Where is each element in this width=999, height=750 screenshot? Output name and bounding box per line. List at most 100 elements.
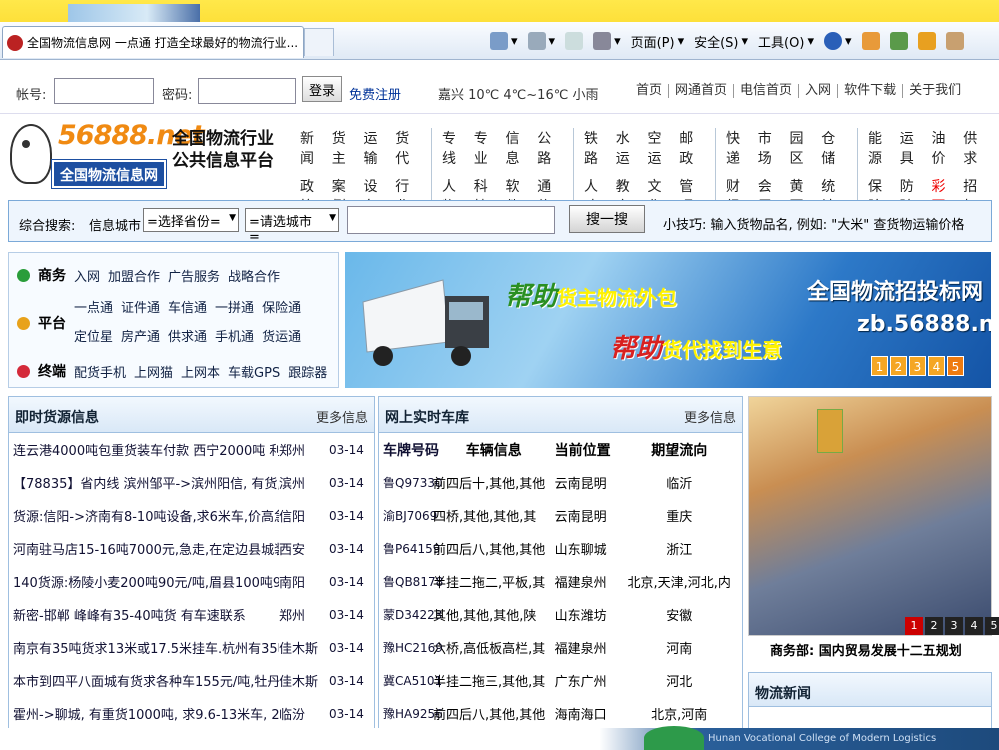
top-link-cnc[interactable]: 网通首页 xyxy=(669,84,735,98)
nav-link[interactable]: 空运 xyxy=(648,128,674,168)
nav-link[interactable]: 铁路 xyxy=(584,128,610,168)
top-link-download[interactable]: 软件下载 xyxy=(838,84,904,98)
tools-menu[interactable]: 工具(O) ▾ xyxy=(758,32,814,51)
platform-link[interactable]: 供求通 xyxy=(168,326,207,345)
truck-row[interactable]: 鲁QB8178 半挂二拖二,平板,其 福建泉州 北京,天津,河北,内 xyxy=(379,565,742,598)
photo-page[interactable]: 5 xyxy=(985,617,999,635)
nav-link[interactable]: 仓储 xyxy=(821,128,847,168)
banner-page[interactable]: 1 xyxy=(871,356,888,376)
nav-link[interactable]: 信息 xyxy=(506,128,532,168)
platform-link[interactable]: 手机通 xyxy=(215,326,254,345)
search-input[interactable] xyxy=(347,206,555,234)
banner-page[interactable]: 5 xyxy=(947,356,964,376)
promo-banner[interactable]: 帮助货主物流外包 帮助货代找到生意 全国物流招投标网 zb.56888.net … xyxy=(345,252,991,388)
photo-page[interactable]: 3 xyxy=(945,617,963,635)
platform-link[interactable]: 证件通 xyxy=(121,297,160,316)
login-button[interactable]: 登录 xyxy=(302,76,342,102)
page-menu[interactable]: 页面(P) ▾ xyxy=(631,32,685,51)
top-link-telecom[interactable]: 电信首页 xyxy=(734,84,800,98)
cargo-row[interactable]: 河南驻马店15-16吨7000元,急走,在定边县城装 西安 03-14 xyxy=(9,532,374,565)
platform-link[interactable]: 保险通 xyxy=(262,297,301,316)
banner-page[interactable]: 2 xyxy=(890,356,907,376)
terminal-link[interactable]: 配货手机 xyxy=(74,362,126,381)
photo-caption[interactable]: 商务部: 国内贸易发展十二五规划 xyxy=(770,640,962,659)
biz-link[interactable]: 加盟合作 xyxy=(108,266,160,285)
cargo-row[interactable]: 霍州->聊城, 有重货1000吨, 求9.6-13米车, 21 临汾 03-14 xyxy=(9,697,374,730)
cargo-more-link[interactable]: 更多信息 xyxy=(316,407,368,426)
platform-link[interactable]: 车信通 xyxy=(168,297,207,316)
truck-row[interactable]: 豫HC2169 六桥,高低板高栏,其 福建泉州 河南 xyxy=(379,631,742,664)
nav-link[interactable]: 邮政 xyxy=(679,128,705,168)
platform-link[interactable]: 一点通 xyxy=(74,297,113,316)
truck-row[interactable]: 鲁P64159 前四后八,其他,其他 山东聊城 浙江 xyxy=(379,532,742,565)
password-input[interactable] xyxy=(198,78,296,104)
nav-link[interactable]: 货主 xyxy=(332,128,358,168)
truck-more-link[interactable]: 更多信息 xyxy=(684,407,736,426)
nav-link[interactable]: 水运 xyxy=(616,128,642,168)
research-icon[interactable] xyxy=(889,32,908,50)
nav-link[interactable]: 市场 xyxy=(758,128,784,168)
mail-button[interactable] xyxy=(565,32,584,50)
nav-link[interactable]: 能源 xyxy=(868,128,894,168)
terminal-link[interactable]: 上网猫 xyxy=(134,362,173,381)
truck-row[interactable]: 渝BJ7069 四桥,其他,其他,其 云南昆明 重庆 xyxy=(379,499,742,532)
biz-link[interactable]: 战略合作 xyxy=(228,266,280,285)
photo-page[interactable]: 2 xyxy=(925,617,943,635)
terminal-link[interactable]: 跟踪器 xyxy=(288,362,327,381)
terminal-link[interactable]: 车载GPS xyxy=(228,362,280,381)
messenger-icon[interactable] xyxy=(917,32,936,50)
help-button[interactable]: ▾ xyxy=(823,32,852,50)
nav-link[interactable]: 快递 xyxy=(726,128,752,168)
biz-link[interactable]: 入网 xyxy=(74,266,100,285)
nav-link[interactable]: 新闻 xyxy=(300,128,326,168)
new-tab-button[interactable] xyxy=(304,28,334,56)
platform-link[interactable]: 货运通 xyxy=(262,326,301,345)
cargo-row[interactable]: 新密-邯郸 峰峰有35-40吨货 有车速联系 郑州 03-14 xyxy=(9,598,374,631)
platform-link[interactable]: 房产通 xyxy=(121,326,160,345)
photo-page[interactable]: 4 xyxy=(965,617,983,635)
top-link-join[interactable]: 入网 xyxy=(799,84,839,98)
city-select[interactable]: =请选城市= xyxy=(245,208,339,245)
cargo-row[interactable]: 货源:信阳->济南有8-10吨设备,求6米车,价高急 信阳 03-14 xyxy=(9,499,374,532)
bluetooth-icon[interactable] xyxy=(945,32,964,50)
cargo-row[interactable]: 140货源:杨陵小麦200吨90元/吨,眉县100吨90元 南阳 03-14 xyxy=(9,565,374,598)
nav-link[interactable]: 专业 xyxy=(474,128,500,168)
truck-row[interactable]: 蒙D34223 其他,其他,其他,陕 山东潍坊 安徽 xyxy=(379,598,742,631)
addon-icon[interactable] xyxy=(861,32,880,50)
truck-row[interactable]: 豫HA9256 前四后八,其他,其他 海南海口 北京,河南 xyxy=(379,697,742,730)
cargo-row[interactable]: 连云港4000吨包重货装车付款 西宁2000吨 利郑州 03-14 xyxy=(9,433,374,466)
terminal-link[interactable]: 上网本 xyxy=(181,362,220,381)
province-select[interactable]: =选择省份= xyxy=(143,208,239,232)
register-link[interactable]: 免费注册 xyxy=(349,84,401,103)
photo-page[interactable]: 1 xyxy=(905,617,923,635)
truck-row[interactable]: 冀CA5101 半挂二拖三,其他,其 广东广州 河北 xyxy=(379,664,742,697)
platform-link[interactable]: 定位星 xyxy=(74,326,113,345)
cargo-row[interactable]: 【78835】省内线 滨州邹平->滨州阳信, 有货, 滨州 03-14 xyxy=(9,466,374,499)
nav-link[interactable]: 货代 xyxy=(395,128,421,168)
home-button[interactable]: ▾ xyxy=(490,32,518,50)
news-photo[interactable]: 1 2 3 4 5 xyxy=(748,396,999,636)
browser-tab[interactable]: 全国物流信息网 一点通 打造全球最好的物流行业... xyxy=(2,26,304,58)
nav-link[interactable]: 供求 xyxy=(963,128,989,168)
banner-page[interactable]: 4 xyxy=(928,356,945,376)
account-input[interactable] xyxy=(54,78,154,104)
truck-row[interactable]: 鲁Q97330 前四后十,其他,其他 云南昆明 临沂 xyxy=(379,466,742,499)
nav-link[interactable]: 公路 xyxy=(537,128,563,168)
top-link-about[interactable]: 关于我们 xyxy=(903,84,967,98)
cargo-row[interactable]: 南京有35吨货求13米或17.5米挂车.杭州有35吨 佳木斯 03-14 xyxy=(9,631,374,664)
nav-link[interactable]: 运输 xyxy=(364,128,390,168)
nav-link[interactable]: 油价 xyxy=(932,128,958,168)
nav-link[interactable]: 运具 xyxy=(900,128,926,168)
print-button[interactable]: ▾ xyxy=(593,32,621,50)
top-link-home[interactable]: 首页 xyxy=(630,84,670,98)
nav-link[interactable]: 园区 xyxy=(790,128,816,168)
platform-link[interactable]: 一拼通 xyxy=(215,297,254,316)
feeds-button[interactable]: ▾ xyxy=(527,32,555,50)
banner-page[interactable]: 3 xyxy=(909,356,926,376)
cargo-row[interactable]: 本市到四平八面城有货求各种车155元/吨,牡丹 佳木斯 03-14 xyxy=(9,664,374,697)
site-logo[interactable]: 56888.net 全国物流信息网 xyxy=(6,118,205,192)
nav-link[interactable]: 专线 xyxy=(442,128,468,168)
search-button[interactable]: 搜一搜 xyxy=(569,205,645,233)
biz-link[interactable]: 广告服务 xyxy=(168,266,220,285)
safety-menu[interactable]: 安全(S) ▾ xyxy=(694,32,748,51)
